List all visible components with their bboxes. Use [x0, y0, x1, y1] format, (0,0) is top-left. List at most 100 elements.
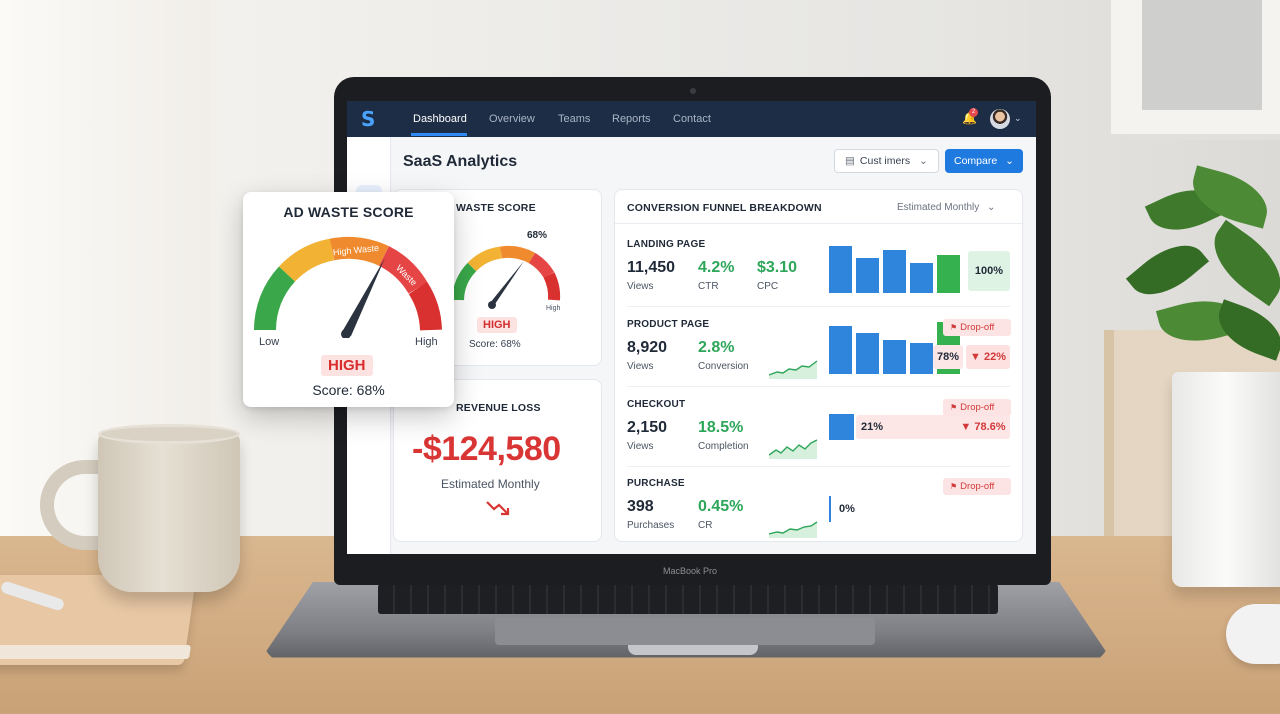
gauge-high-label: High — [415, 336, 438, 348]
stage-name: CHECKOUT — [627, 399, 686, 410]
stage-bar-chart — [829, 414, 854, 440]
dropoff-badge-label: Drop-off — [960, 402, 995, 413]
dropoff-badge: ⚑ Drop-off — [943, 319, 1011, 336]
stage-metric-label: Completion — [698, 441, 749, 452]
stage-metric-label: CPC — [757, 281, 779, 292]
stage-retention: 0% — [839, 503, 855, 515]
stage-metric-value: 2.8% — [698, 339, 735, 356]
bar — [829, 246, 852, 293]
stage-metric-label: CR — [698, 520, 713, 531]
sparkline — [769, 439, 818, 459]
stage-retention: 21% — [861, 421, 884, 433]
compare-label: Compare — [954, 155, 998, 167]
popup-score-text: Score: 68% — [312, 382, 385, 398]
nav-teams[interactable]: Teams — [558, 113, 590, 125]
dropoff-badge: ⚑ Drop-off — [943, 399, 1011, 416]
user-avatar[interactable] — [990, 109, 1010, 129]
stage-metric-value: 398 — [627, 498, 654, 515]
stage-metric-value: 8,920 — [627, 339, 668, 356]
stage-name: LANDING PAGE — [627, 239, 706, 250]
revenue-loss-subtitle: Estimated Monthly — [441, 477, 540, 491]
sparkline — [769, 521, 818, 538]
compare-button[interactable]: Compare ⌄ — [945, 149, 1023, 173]
computer-mouse — [1226, 604, 1280, 664]
stage-metric-value: 2,150 — [627, 419, 668, 436]
stage-dropoff: ▼ 78.6% — [960, 421, 1006, 433]
coffee-mug — [98, 430, 240, 592]
stage-metric-label: Views — [627, 441, 654, 452]
funnel-stage-landing[interactable]: LANDING PAGE 11,450 Views 4.2% CTR $3.10… — [615, 227, 1024, 307]
bar — [910, 343, 933, 374]
stage-metric-label: CTR — [698, 281, 719, 292]
funnel-period-dropdown[interactable]: Estimated Monthly ⌄ — [897, 202, 995, 213]
plant-pot — [1172, 372, 1280, 587]
gauge-high-label: High — [546, 305, 561, 312]
bar — [856, 258, 879, 293]
waste-level-badge: HIGH — [321, 355, 373, 376]
bar — [937, 255, 960, 293]
bar — [883, 340, 906, 374]
flag-icon: ⚑ — [950, 403, 958, 412]
mug-rim — [98, 424, 240, 444]
nav-contact[interactable]: Contact — [673, 113, 711, 125]
stage-metric-value: $3.10 — [757, 259, 798, 276]
nav-dashboard[interactable]: Dashboard — [413, 113, 467, 125]
stage-metric-value: 0.45% — [698, 498, 744, 515]
trend-down-icon — [486, 501, 510, 516]
waste-level-badge: HIGH — [477, 317, 517, 333]
sparkline — [769, 360, 818, 379]
bar — [829, 496, 831, 522]
customers-dropdown[interactable]: ▤ Cust imers ⌄ — [834, 149, 939, 173]
divider — [615, 223, 1024, 224]
top-navbar: S Dashboard Overview Teams Reports Conta… — [347, 101, 1036, 137]
stage-metric-label: Views — [627, 361, 654, 372]
notebook-pages — [0, 645, 191, 659]
dropoff-badge-label: Drop-off — [960, 481, 995, 492]
stage-metric-label: Views — [627, 281, 654, 292]
revenue-loss-title: REVENUE LOSS — [456, 402, 541, 414]
stage-name: PURCHASE — [627, 478, 685, 489]
nav-reports[interactable]: Reports — [612, 113, 651, 125]
revenue-loss-value: -$124,580 — [412, 430, 561, 468]
bar — [856, 333, 879, 374]
stage-retention: 78% — [933, 345, 963, 369]
flag-icon: ⚑ — [950, 482, 958, 491]
chevron-down-icon: ⌄ — [1005, 155, 1014, 167]
funnel-period-label: Estimated Monthly — [897, 202, 980, 213]
notification-badge: 2 — [969, 108, 978, 117]
stage-dropoff: ▼ 22% — [966, 345, 1010, 369]
funnel-stage-checkout[interactable]: CHECKOUT 2,150 Views 18.5% Completion 21… — [615, 387, 1024, 467]
stage-metric-label: Conversion — [698, 361, 749, 372]
wall-picture-frame — [1105, 0, 1280, 140]
app-logo-icon[interactable]: S — [361, 109, 375, 129]
laptop-lid-notch — [628, 645, 758, 655]
flag-icon: ⚑ — [950, 323, 958, 332]
stage-name: PRODUCT PAGE — [627, 319, 710, 330]
bar — [829, 326, 852, 374]
bar — [829, 414, 854, 440]
nav-overview[interactable]: Overview — [489, 113, 535, 125]
chevron-down-icon: ⌄ — [987, 202, 996, 213]
laptop-trackpad — [495, 617, 875, 645]
waste-score-title: WASTE SCORE — [456, 202, 536, 214]
waste-score-text: Score: 68% — [469, 339, 521, 350]
funnel-title: CONVERSION FUNNEL BREAKDOWN — [627, 202, 822, 214]
webcam — [690, 88, 696, 94]
stage-retention: 100% — [968, 251, 1010, 291]
funnel-stage-purchase[interactable]: PURCHASE 398 Purchases 0.45% CR 0% ⚑ Drop… — [615, 466, 1024, 546]
stage-bar-chart — [829, 246, 960, 293]
conversion-funnel-card: CONVERSION FUNNEL BREAKDOWN Estimated Mo… — [614, 189, 1024, 542]
waste-score-percent: 68% — [527, 230, 548, 241]
page-title: SaaS Analytics — [403, 153, 518, 170]
ad-waste-gauge: High Waste Waste — [253, 236, 442, 338]
bar — [883, 250, 906, 293]
stage-metric-value: 4.2% — [698, 259, 735, 276]
active-tab-indicator — [411, 133, 467, 136]
funnel-stage-product[interactable]: PRODUCT PAGE 8,920 Views 2.8% Conversion… — [615, 307, 1024, 387]
gauge-low-label: Low — [259, 336, 280, 348]
chevron-down-icon[interactable]: ⌄ — [1014, 113, 1022, 124]
calendar-icon: ▤ — [845, 155, 855, 167]
dropoff-badge: ⚑ Drop-off — [943, 478, 1011, 495]
stage-metric-value: 11,450 — [627, 259, 676, 276]
waste-score-gauge — [452, 245, 561, 309]
